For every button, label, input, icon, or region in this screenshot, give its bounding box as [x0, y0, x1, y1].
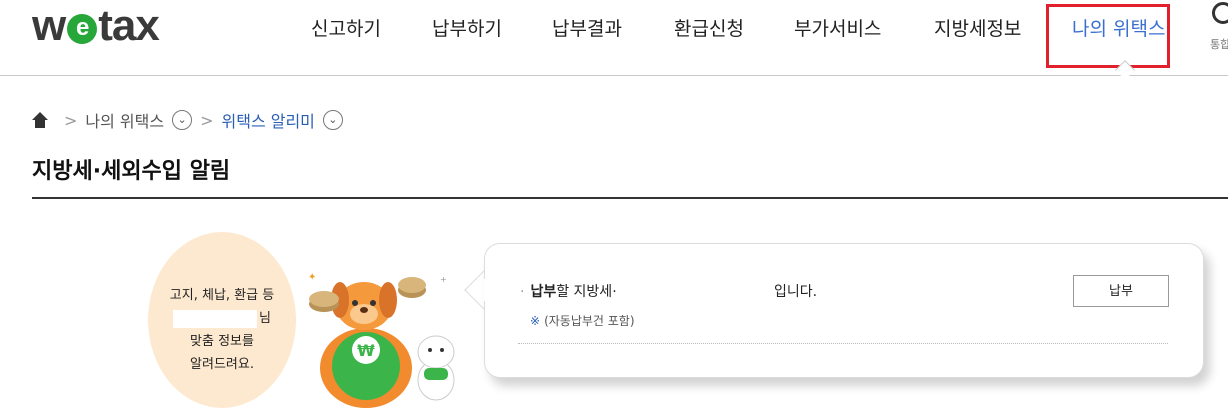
promo-line-3: 맞춤 정보를 [190, 334, 254, 349]
svg-text:₩: ₩ [357, 341, 375, 360]
site-header: w e tax 신고하기 납부하기 납부결과 환급신청 부가서비스 지방세정보 … [0, 0, 1228, 76]
nav-highlight-box [1046, 4, 1170, 68]
breadcrumb-my-wetax[interactable]: 나의 위택스 [85, 108, 164, 132]
nav-extra-services[interactable]: 부가서비스 [794, 14, 881, 41]
promo-text: 고지, 체납, 환급 등 님 맞춤 정보를 알려드려요. [148, 284, 296, 376]
nav-local-tax-info[interactable]: 지방세정보 [934, 14, 1021, 41]
home-icon[interactable] [32, 112, 48, 128]
wetax-logo[interactable]: w e tax [32, 1, 160, 50]
promo-name-suffix: 님 [259, 311, 271, 326]
promo-line-1: 고지, 체납, 환급 등 [169, 288, 275, 303]
title-divider [32, 197, 1228, 199]
notice-card [484, 243, 1204, 378]
chevron-right-icon: > [200, 110, 214, 130]
breadcrumb: > 나의 위택스 ⌄ > 위택스 알리미 ⌄ [32, 108, 343, 132]
chevron-down-icon[interactable]: ⌄ [172, 110, 193, 130]
integrated-label: 통합 [1210, 38, 1228, 51]
pay-notice-ending: 입니다. [774, 284, 818, 300]
auto-pay-note: ※ (자동납부건 포함) [530, 312, 635, 329]
chevron-down-icon[interactable]: ⌄ [322, 110, 343, 130]
mascot-illustration: ₩ ✦ + [308, 272, 455, 408]
chevron-right-icon: > [64, 110, 78, 130]
nav-pay[interactable]: 납부하기 [432, 14, 502, 41]
pay-notice-line: · 납부할 지방세· [520, 281, 617, 301]
nav-report[interactable]: 신고하기 [311, 14, 381, 41]
svg-text:+: + [440, 275, 447, 284]
note-text: (자동납부건 포함) [544, 314, 635, 328]
page-title: 지방세·세외수입 알림 [32, 159, 231, 184]
card-tail-cover [484, 279, 504, 301]
promo-name-row: 님 [148, 307, 296, 330]
bullet-icon: · [520, 284, 525, 300]
pay-notice-text: 할 지방세· [556, 284, 617, 300]
masked-user-name [173, 309, 258, 328]
pay-notice-emphasis: 납부 [530, 284, 557, 300]
promo-line-4: 알려드려요. [190, 357, 254, 372]
logo-prefix: w [32, 1, 66, 50]
nav-refund[interactable]: 환급신청 [674, 14, 744, 41]
nav-pay-result[interactable]: 납부결과 [552, 14, 622, 41]
logo-e-circle: e [67, 14, 98, 44]
note-mark: ※ [530, 314, 541, 328]
search-icon[interactable] [1212, 2, 1228, 24]
pay-button[interactable]: 납부 [1073, 275, 1169, 307]
svg-text:✦: ✦ [308, 272, 316, 283]
logo-suffix: tax [98, 1, 160, 50]
card-dotted-divider [518, 343, 1168, 344]
breadcrumb-wetax-alarm[interactable]: 위택스 알리미 [222, 108, 315, 132]
